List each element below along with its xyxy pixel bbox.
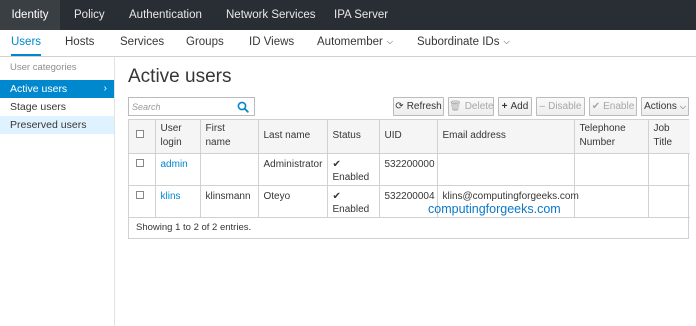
users-table: User login First name Last name Status U… (128, 119, 690, 239)
page-title: Active users (128, 66, 232, 87)
search-box (128, 97, 255, 116)
table-header-row: User login First name Last name Status U… (129, 120, 690, 154)
add-button[interactable]: + Add (498, 97, 532, 116)
select-all-checkbox[interactable] (136, 130, 144, 139)
subnav-users-label: Users (11, 36, 42, 48)
cell-login: klins (155, 185, 201, 218)
cell-job-title (648, 153, 690, 186)
actions-button-label: Actions (644, 101, 677, 112)
cell-first-name: klinsmann (200, 185, 259, 218)
tab-ipa-server-label: IPA Server (334, 9, 389, 21)
column-header-last-name[interactable]: Last name (258, 120, 328, 154)
tab-policy-label: Policy (74, 9, 105, 21)
sidebar-item-label: Active users (10, 83, 68, 95)
cell-status: ✔ Enabled (327, 153, 380, 186)
column-header-first-name[interactable]: First name (200, 120, 259, 154)
chevron-down-icon: ⌵ (386, 37, 393, 46)
chevron-right-icon: › (103, 83, 107, 94)
subnav-id-views[interactable]: ID Views (249, 30, 294, 56)
sidebar-item-label: Preserved users (10, 119, 87, 131)
enable-button[interactable]: ✔ Enable (589, 97, 637, 116)
row-select-cell (129, 185, 156, 218)
refresh-button[interactable]: ⟳ Refresh (393, 97, 444, 116)
search-input[interactable] (132, 100, 232, 113)
subnav-id-views-label: ID Views (249, 36, 295, 48)
cell-job-title (648, 185, 690, 218)
tab-authentication-label: Authentication (129, 9, 202, 21)
tab-authentication[interactable]: Authentication (129, 0, 202, 30)
watermark-text: computingforgeeks.com (428, 202, 561, 216)
cell-login: admin (155, 153, 201, 186)
disable-button[interactable]: – Disable (536, 97, 585, 116)
table-footer: Showing 1 to 2 of 2 entries. (136, 221, 252, 233)
column-header-email[interactable]: Email address (437, 120, 575, 154)
subnav-groups[interactable]: Groups (186, 30, 224, 56)
subnav-automember[interactable]: Automember ⌵ (317, 30, 393, 56)
user-categories-label: User categories (10, 62, 77, 73)
column-header-uid[interactable]: UID (379, 120, 438, 154)
table-row: klins klinsmann Oteyo ✔ Enabled 532200004… (129, 185, 690, 218)
chevron-down-icon: ⌵ (503, 37, 510, 46)
tab-identity[interactable]: Identity (0, 0, 60, 30)
subnav-services-label: Services (120, 36, 165, 48)
trash-icon: 🗑 (449, 101, 462, 112)
row-checkbox[interactable] (136, 158, 144, 167)
actions-dropdown[interactable]: Actions ⌵ (641, 97, 689, 116)
sidebar-item-stage-users[interactable]: Stage users (0, 98, 114, 116)
top-navigation: Identity Policy Authentication Network S… (0, 0, 696, 30)
column-header-telephone[interactable]: Telephone Number (574, 120, 649, 154)
column-header-status[interactable]: Status (327, 120, 380, 154)
subnav-automember-label: Automember (317, 36, 383, 48)
sidebar: User categories Active users › Stage use… (0, 57, 115, 326)
check-icon: ✔ (332, 158, 341, 170)
subnav-groups-label: Groups (186, 36, 224, 48)
search-icon[interactable] (237, 101, 249, 113)
column-header-login[interactable]: User login (155, 120, 201, 154)
select-all-cell (129, 120, 156, 154)
plus-icon: + (501, 101, 508, 112)
cell-email (437, 153, 575, 186)
row-select-cell (129, 153, 156, 186)
enable-button-label: Enable (603, 101, 635, 112)
table-row: admin Administrator ✔ Enabled 532200000 (129, 153, 690, 186)
chevron-down-icon: ⌵ (679, 102, 686, 111)
sidebar-item-preserved-users[interactable]: Preserved users (0, 116, 114, 134)
cell-status: ✔ Enabled (327, 185, 380, 218)
delete-button-label: Delete (464, 101, 494, 112)
disable-button-label: Disable (548, 101, 582, 112)
cell-uid: 532200000 (379, 153, 438, 186)
add-button-label: Add (510, 101, 529, 112)
check-icon: ✔ (332, 190, 341, 202)
subnav-subordinate-ids[interactable]: Subordinate IDs ⌵ (417, 30, 510, 56)
secondary-navigation: Users Hosts Services Groups ID Views Aut… (0, 30, 696, 57)
tab-network-services[interactable]: Network Services (226, 0, 315, 30)
user-login-link[interactable]: admin (161, 159, 188, 170)
status-text: Enabled (332, 203, 370, 215)
cell-telephone (574, 153, 649, 186)
delete-button[interactable]: 🗑 Delete (448, 97, 494, 116)
subnav-hosts-label: Hosts (65, 36, 95, 48)
minus-icon: – (539, 101, 546, 112)
user-login-link[interactable]: klins (161, 191, 181, 202)
subnav-subordinate-ids-label: Subordinate IDs (417, 36, 500, 48)
refresh-button-label: Refresh (406, 101, 442, 112)
sidebar-item-active-users[interactable]: Active users › (0, 80, 114, 98)
subnav-users[interactable]: Users (11, 30, 42, 56)
cell-last-name: Oteyo (258, 185, 328, 218)
tab-identity-label: Identity (11, 9, 49, 21)
tab-ipa-server[interactable]: IPA Server (334, 0, 388, 30)
column-header-job-title[interactable]: Job Title (648, 120, 690, 154)
tab-network-services-label: Network Services (226, 9, 316, 21)
tab-policy[interactable]: Policy (74, 0, 105, 30)
row-checkbox[interactable] (136, 190, 144, 199)
check-icon: ✔ (591, 101, 601, 112)
cell-last-name: Administrator (258, 153, 328, 186)
sidebar-item-label: Stage users (10, 101, 67, 113)
refresh-icon: ⟳ (395, 101, 404, 112)
cell-first-name (200, 153, 259, 186)
cell-telephone (574, 185, 649, 218)
status-text: Enabled (332, 171, 370, 183)
subnav-hosts[interactable]: Hosts (65, 30, 94, 56)
subnav-services[interactable]: Services (120, 30, 164, 56)
